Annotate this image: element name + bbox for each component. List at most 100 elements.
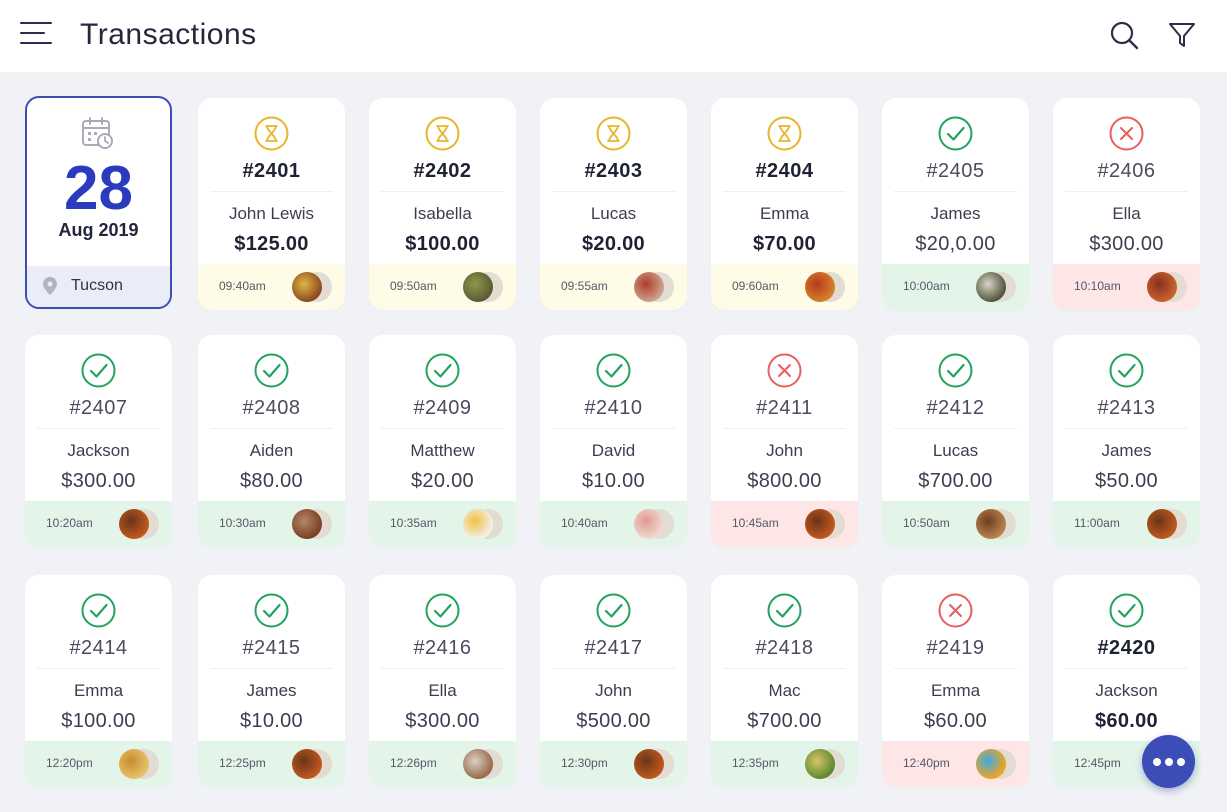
transaction-card[interactable]: #2402 Isabella $100.00 09:50am	[369, 98, 516, 310]
location-pin-icon	[43, 277, 57, 295]
order-number: #2406	[1097, 160, 1156, 182]
check-circle-icon	[253, 352, 290, 389]
card-footer: 09:50am	[369, 264, 516, 310]
check-circle-icon	[424, 352, 461, 389]
customer-name: Lucas	[590, 204, 637, 223]
calendar-clock-icon	[81, 116, 115, 150]
transaction-card[interactable]: #2406 Ella $300.00 10:10am	[1053, 98, 1200, 310]
food-thumbnail-icon	[805, 747, 847, 781]
food-thumbnail-icon	[634, 270, 676, 304]
customer-name: James	[930, 204, 981, 223]
order-amount: $60.00	[1095, 710, 1158, 732]
transaction-card[interactable]: #2407 Jackson $300.00 10:20am	[25, 335, 172, 547]
order-time: 12:26pm	[390, 756, 437, 770]
card-footer: 12:35pm	[711, 741, 858, 787]
order-amount: $125.00	[234, 233, 309, 255]
customer-name: Matthew	[410, 441, 475, 460]
food-thumbnail-icon	[463, 507, 505, 541]
transaction-card[interactable]: #2414 Emma $100.00 12:20pm	[25, 575, 172, 787]
date-day: 28	[64, 154, 133, 223]
order-number: #2403	[584, 160, 643, 182]
order-number: #2413	[1097, 397, 1156, 419]
customer-name: Isabella	[413, 204, 472, 223]
divider	[210, 668, 333, 669]
order-amount: $50.00	[1095, 470, 1158, 492]
check-circle-icon	[1108, 352, 1145, 389]
order-time: 11:00am	[1074, 516, 1120, 530]
customer-name: John Lewis	[228, 204, 315, 223]
food-thumbnail-icon	[463, 270, 505, 304]
food-thumbnail-icon	[292, 507, 334, 541]
app-header: Transactions	[0, 0, 1227, 72]
card-footer: 11:00am	[1053, 501, 1200, 547]
card-footer: 12:30pm	[540, 741, 687, 787]
hourglass-icon	[595, 115, 632, 152]
transaction-card[interactable]: #2401 John Lewis $125.00 09:40am	[198, 98, 345, 310]
divider	[894, 428, 1017, 429]
check-circle-icon	[253, 592, 290, 629]
customer-name: John	[595, 681, 632, 700]
divider	[552, 191, 675, 192]
order-time: 12:30pm	[561, 756, 608, 770]
food-thumbnail-icon	[976, 270, 1018, 304]
card-footer: 10:30am	[198, 501, 345, 547]
order-amount: $700.00	[747, 710, 822, 732]
card-footer: 12:40pm	[882, 741, 1029, 787]
food-thumbnail-icon	[292, 270, 334, 304]
order-number: #2417	[584, 637, 643, 659]
transaction-card[interactable]: #2415 James $10.00 12:25pm	[198, 575, 345, 787]
search-icon[interactable]	[1109, 20, 1139, 50]
order-time: 09:40am	[219, 279, 266, 293]
order-amount: $300.00	[405, 710, 480, 732]
order-time: 10:40am	[561, 516, 608, 530]
menu-icon[interactable]	[20, 22, 52, 46]
order-number: #2410	[584, 397, 643, 419]
transaction-card[interactable]: #2418 Mac $700.00 12:35pm	[711, 575, 858, 787]
order-number: #2416	[413, 637, 472, 659]
check-circle-icon	[80, 352, 117, 389]
card-footer: 10:10am	[1053, 264, 1200, 310]
filter-icon[interactable]	[1167, 20, 1197, 50]
transaction-card[interactable]: #2413 James $50.00 11:00am	[1053, 335, 1200, 547]
divider	[723, 668, 846, 669]
transaction-card[interactable]: #2403 Lucas $20.00 09:55am	[540, 98, 687, 310]
customer-name: Mac	[768, 681, 801, 700]
check-circle-icon	[937, 115, 974, 152]
customer-name: Emma	[73, 681, 124, 700]
food-thumbnail-icon	[805, 270, 847, 304]
food-thumbnail-icon	[1147, 270, 1189, 304]
transaction-card[interactable]: #2419 Emma $60.00 12:40pm	[882, 575, 1029, 787]
order-time: 10:00am	[903, 279, 950, 293]
transaction-card[interactable]: #2416 Ella $300.00 12:26pm	[369, 575, 516, 787]
order-number: #2404	[755, 160, 814, 182]
divider	[381, 668, 504, 669]
order-time: 12:20pm	[46, 756, 93, 770]
transaction-card[interactable]: #2404 Emma $70.00 09:60am	[711, 98, 858, 310]
order-time: 10:20am	[46, 516, 93, 530]
check-circle-icon	[80, 592, 117, 629]
food-thumbnail-icon	[463, 747, 505, 781]
more-actions-button[interactable]	[1142, 735, 1195, 788]
order-amount: $20.00	[411, 470, 474, 492]
divider	[210, 191, 333, 192]
date-card[interactable]: 28 Aug 2019 Tucson	[25, 96, 172, 309]
customer-name: John	[766, 441, 803, 460]
customer-name: Emma	[930, 681, 981, 700]
divider	[37, 428, 160, 429]
customer-name: Jackson	[1095, 681, 1158, 700]
check-circle-icon	[595, 352, 632, 389]
order-time: 09:50am	[390, 279, 437, 293]
food-thumbnail-icon	[634, 747, 676, 781]
transaction-card[interactable]: #2405 James $20,0.00 10:00am	[882, 98, 1029, 310]
customer-name: Ella	[1112, 204, 1141, 223]
order-amount: $20,0.00	[915, 233, 996, 255]
transaction-card[interactable]: #2410 David $10.00 10:40am	[540, 335, 687, 547]
transaction-card[interactable]: #2412 Lucas $700.00 10:50am	[882, 335, 1029, 547]
transaction-card[interactable]: #2408 Aiden $80.00 10:30am	[198, 335, 345, 547]
transaction-card[interactable]: #2409 Matthew $20.00 10:35am	[369, 335, 516, 547]
order-amount: $500.00	[576, 710, 651, 732]
transaction-card[interactable]: #2411 John $800.00 10:45am	[711, 335, 858, 547]
order-number: #2405	[926, 160, 985, 182]
divider	[894, 668, 1017, 669]
transaction-card[interactable]: #2417 John $500.00 12:30pm	[540, 575, 687, 787]
